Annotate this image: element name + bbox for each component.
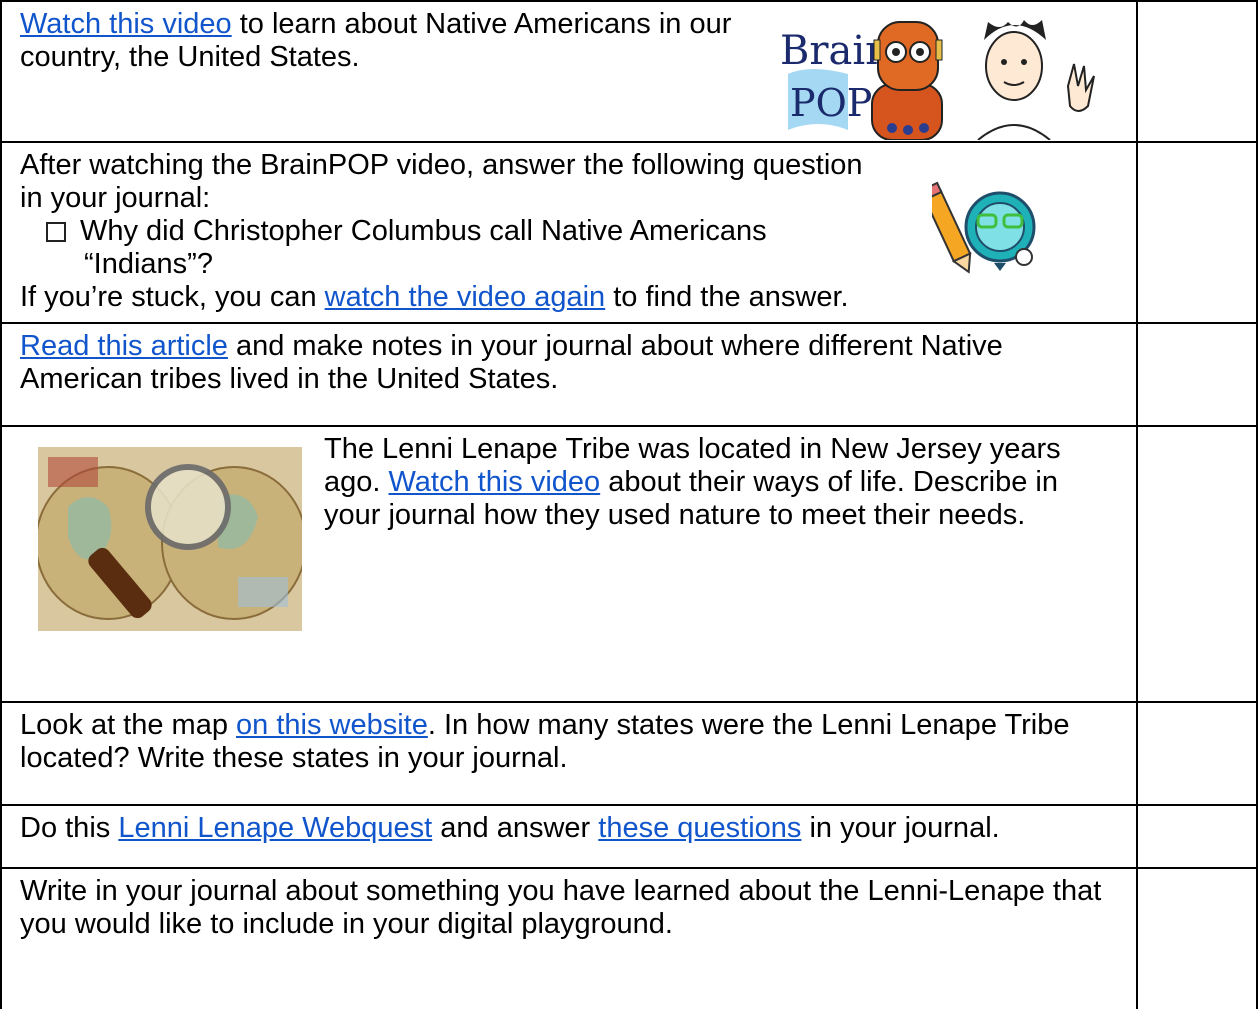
table-row: After watching the BrainPOP video, answe…	[0, 143, 1258, 324]
brainpop-logo-pop: POP	[790, 81, 872, 125]
task-cell: After watching the BrainPOP video, answe…	[2, 143, 902, 322]
map-magnifier-image	[38, 447, 302, 631]
column-divider	[1136, 703, 1138, 804]
boy-icon	[977, 20, 1095, 140]
brainpop-logo-image: Brain POP	[780, 20, 1095, 140]
tail-text-end: to find the answer.	[605, 281, 849, 313]
column-divider	[1136, 324, 1138, 425]
task-cell: Read this article and make notes in your…	[2, 324, 1136, 425]
lesson-table: Watch this video to learn about Native A…	[0, 0, 1258, 1009]
task-cell: The Lenni Lenape Tribe was located in Ne…	[306, 427, 1136, 701]
table-row: The Lenni Lenape Tribe was located in Ne…	[0, 427, 1258, 703]
task-text-end: in your journal.	[801, 812, 1000, 844]
task-text: Do this	[20, 812, 119, 844]
question-text: Why did Christopher Columbus call Native…	[80, 215, 767, 280]
checkbox-icon[interactable]	[46, 222, 66, 242]
task-text: Write in your journal about something yo…	[20, 875, 1102, 940]
watch-video-again-link[interactable]: watch the video again	[325, 281, 606, 313]
table-row: Do this Lenni Lenape Webquest and answer…	[0, 806, 1258, 869]
robot-icon	[871, 21, 943, 140]
task-cell: Look at the map on this website. In how …	[2, 703, 1136, 804]
task-text: Look at the map	[20, 709, 237, 741]
task-tail: If you’re stuck, you can watch the video…	[20, 281, 884, 314]
column-divider	[1136, 806, 1138, 867]
read-article-link[interactable]: Read this article	[20, 330, 228, 362]
watch-video-link[interactable]: Watch this video	[20, 8, 232, 40]
task-cell: Watch this video to learn about Native A…	[2, 2, 762, 143]
column-divider	[1136, 427, 1138, 701]
tail-text: If you’re stuck, you can	[20, 281, 325, 313]
table-row: Watch this video to learn about Native A…	[0, 0, 1258, 143]
task-cell: Do this Lenni Lenape Webquest and answer…	[2, 806, 1136, 867]
column-divider	[1136, 143, 1138, 322]
questions-link[interactable]: these questions	[598, 812, 801, 844]
webquest-link[interactable]: Lenni Lenape Webquest	[118, 812, 432, 844]
task-text: After watching the BrainPOP video, answe…	[20, 149, 863, 214]
table-row: Write in your journal about something yo…	[0, 869, 1258, 1009]
task-cell: Write in your journal about something yo…	[2, 869, 1136, 1009]
table-row: Read this article and make notes in your…	[0, 324, 1258, 427]
watch-lenape-video-link[interactable]: Watch this video	[389, 466, 601, 498]
task-text-mid: and answer	[432, 812, 599, 844]
column-divider	[1136, 869, 1138, 1009]
table-row: Look at the map on this website. In how …	[0, 703, 1258, 806]
pencil-mascot-image	[932, 181, 1036, 274]
question-item: Why did Christopher Columbus call Native…	[20, 215, 884, 281]
column-divider	[1136, 2, 1138, 141]
map-website-link[interactable]: on this website	[236, 709, 428, 741]
